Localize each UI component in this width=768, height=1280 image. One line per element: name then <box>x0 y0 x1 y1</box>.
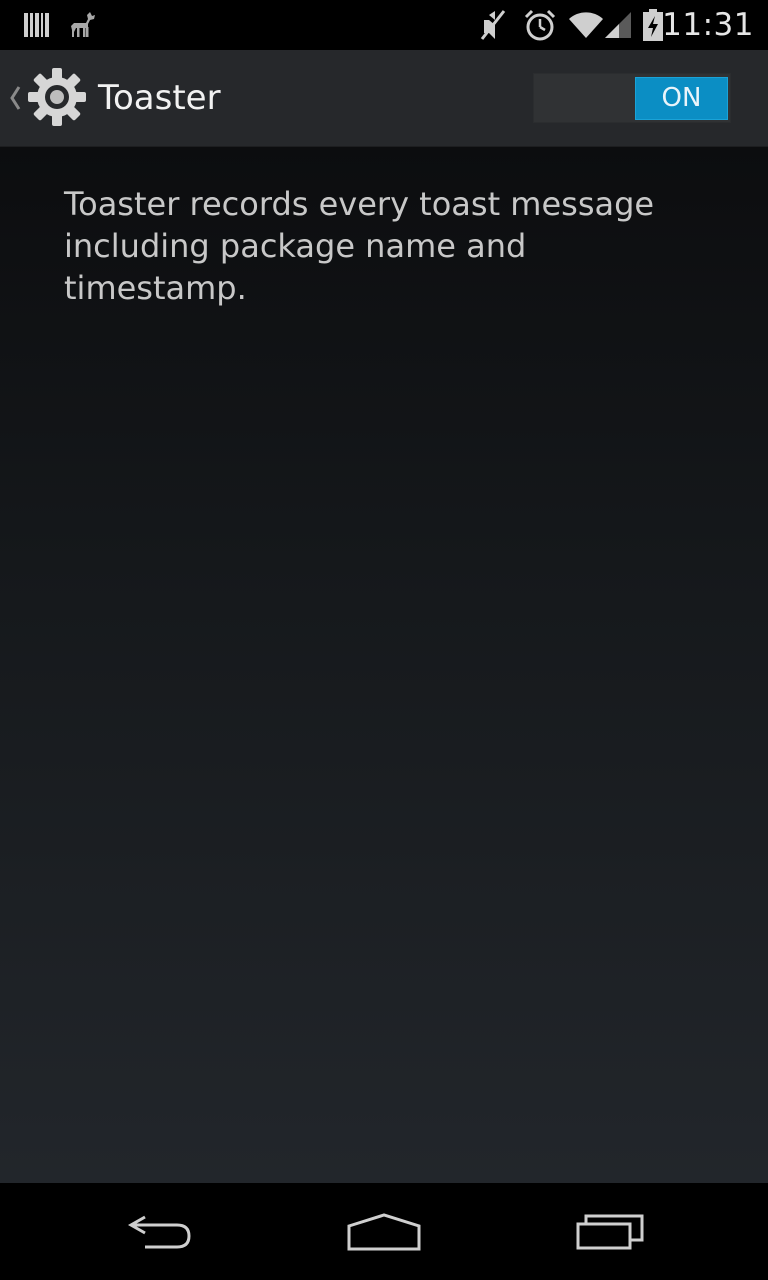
barcode-icon <box>20 0 52 50</box>
recents-icon <box>576 1214 644 1249</box>
master-toggle-switch[interactable]: ON <box>533 73 731 123</box>
alarm-icon <box>522 0 558 50</box>
home-button[interactable] <box>304 1183 464 1280</box>
mute-icon <box>476 0 510 50</box>
recents-button[interactable] <box>530 1183 690 1280</box>
wifi-icon <box>568 0 604 50</box>
status-bar-clock: 11:31 <box>662 7 754 43</box>
deer-icon <box>66 0 102 50</box>
content-area: Toaster records every toast message incl… <box>0 147 768 1183</box>
gear-icon <box>26 66 88 128</box>
signal-icon <box>602 0 634 50</box>
back-button[interactable] <box>80 1183 240 1280</box>
home-icon <box>347 1212 421 1250</box>
up-navigation-button[interactable] <box>0 50 92 146</box>
status-bar: 11:31 <box>0 0 768 50</box>
screen: 11:31 Toaster ON Toaster records every t… <box>0 0 768 1280</box>
switch-on-label: ON <box>635 77 728 120</box>
action-bar-title: Toaster <box>98 78 221 118</box>
back-icon <box>127 1215 191 1248</box>
navigation-bar <box>0 1183 768 1280</box>
chevron-left-icon <box>4 50 26 146</box>
description-text: Toaster records every toast message incl… <box>64 185 655 307</box>
